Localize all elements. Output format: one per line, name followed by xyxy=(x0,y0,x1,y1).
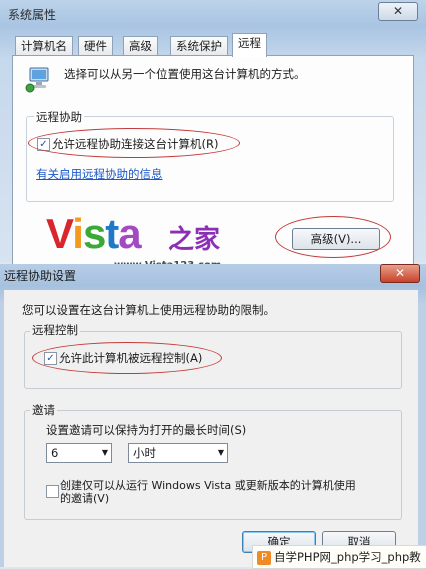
remote-intro-text: 选择可以从另一个位置使用这台计算机的方式。 xyxy=(64,67,306,81)
tab-computer-name[interactable]: 计算机名 xyxy=(15,36,73,56)
dialog-title: 远程协助设置 xyxy=(4,269,77,283)
duration-unit-select[interactable]: 小时 ▼ xyxy=(128,443,228,463)
duration-unit: 小时 xyxy=(133,446,156,460)
remote-assistance-group xyxy=(26,116,394,202)
chevron-down-icon: ▼ xyxy=(101,448,108,457)
system-properties-title: 系统属性 xyxy=(8,8,57,22)
tab-remote[interactable]: 远程 xyxy=(232,33,267,57)
remote-assistance-info-link[interactable]: 有关启用远程协助的信息 xyxy=(36,166,163,182)
duration-value: 6 xyxy=(51,446,59,460)
vista-home-logo-suffix: 之家 xyxy=(168,225,221,255)
vista-only-invitation-label[interactable]: 创建仅可以从运行 Windows Vista 或更新版本的计算机使用 的邀请(V… xyxy=(60,479,396,505)
system-properties-close-button[interactable]: ✕ xyxy=(378,2,418,21)
dialog-close-button[interactable]: ✕ xyxy=(380,264,420,283)
tab-hardware[interactable]: 硬件 xyxy=(78,36,113,56)
remote-computer-icon xyxy=(25,67,49,93)
dialog-intro-text: 您可以设置在这台计算机上使用远程协助的限制。 xyxy=(22,303,275,317)
invitations-group-title: 邀请 xyxy=(30,402,57,418)
highlight-ellipse xyxy=(275,216,391,258)
vista-only-label-line-2: 的邀请(V) xyxy=(60,492,110,505)
site-watermark-text: 自学PHP网_php学习_php教 xyxy=(274,550,421,564)
remote-assistance-group-title: 远程协助 xyxy=(34,109,84,125)
tab-advanced[interactable]: 高级 xyxy=(123,36,158,56)
tab-system-protection[interactable]: 系统保护 xyxy=(170,36,228,56)
invitation-duration-label: 设置邀请可以保持为打开的最长时间(S) xyxy=(46,423,247,437)
remote-control-group-title: 远程控制 xyxy=(30,322,80,338)
vista-only-invitation-checkbox[interactable] xyxy=(46,485,59,498)
duration-value-select[interactable]: 6 ▼ xyxy=(46,443,112,463)
site-watermark-badge: P 自学PHP网_php学习_php教 xyxy=(252,545,426,569)
highlight-ellipse xyxy=(28,128,240,158)
vista-only-label-line-1: 创建仅可以从运行 Windows Vista 或更新版本的计算机使用 xyxy=(60,479,356,492)
php-logo-icon: P xyxy=(257,550,271,565)
highlight-ellipse xyxy=(32,342,222,374)
chevron-down-icon: ▼ xyxy=(217,448,224,457)
vista-home-logo: Vista xyxy=(46,210,142,257)
